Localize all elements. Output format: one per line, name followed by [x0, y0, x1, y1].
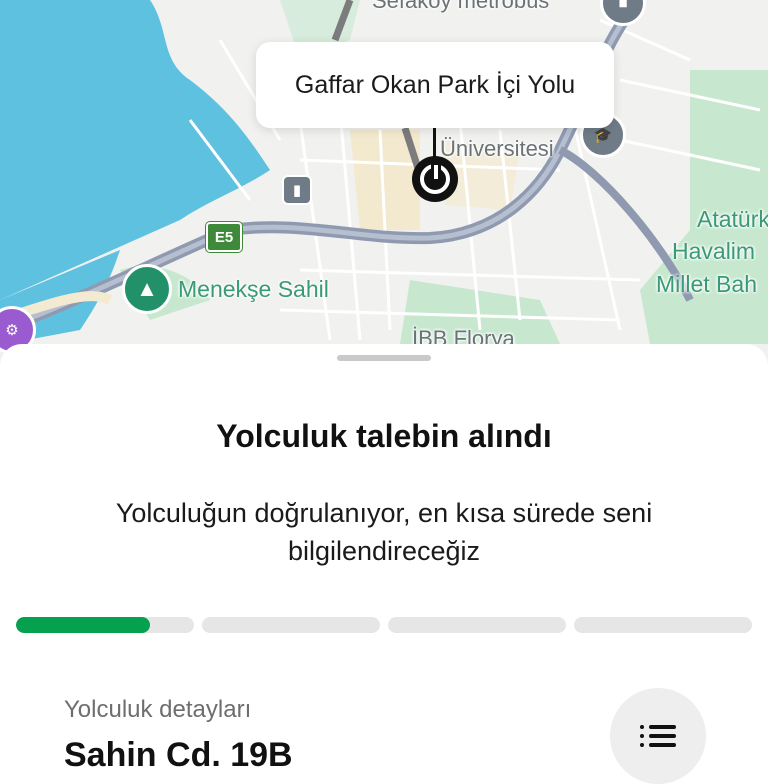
ride-details-address: Sahin Cd. 19B — [64, 736, 293, 774]
map-label-menekse: Menekşe Sahil — [178, 276, 329, 302]
pickup-callout[interactable]: Gaffar Okan Park İçi Yolu — [256, 42, 614, 128]
map-label-metrobus: Sefaköy metrobüs — [372, 0, 550, 13]
road-shield-e5: E5 — [206, 222, 242, 252]
ride-progress-bar — [16, 617, 752, 633]
list-icon — [640, 725, 676, 747]
sheet-drag-handle[interactable] — [337, 355, 431, 361]
train-station-icon[interactable]: ▮ — [282, 175, 312, 205]
map-label-university: Üniversitesi — [440, 136, 554, 161]
map-view[interactable]: Sefaköy metrobüs Üniversitesi Atatürk Ha… — [0, 0, 768, 372]
park-tree-icon[interactable]: ▲ — [122, 264, 172, 314]
map-label-airport-1: Atatürk — [697, 206, 768, 232]
progress-segment-1 — [16, 617, 194, 633]
map-label-airport-3: Millet Bah — [656, 271, 757, 297]
pickup-pin-stem — [433, 128, 436, 158]
ride-status-sheet: Yolculuk talebin alındı Yolculuğun doğru… — [0, 344, 768, 784]
sheet-subtitle: Yolculuğun doğrulanıyor, en kısa sürede … — [115, 498, 653, 566]
details-menu-button[interactable] — [610, 688, 706, 784]
sheet-title: Yolculuk talebin alındı — [216, 418, 552, 454]
progress-fill — [16, 617, 150, 633]
progress-segment-4 — [574, 617, 752, 633]
progress-segment-2 — [202, 617, 380, 633]
pickup-pin-icon[interactable] — [412, 156, 458, 202]
progress-segment-3 — [388, 617, 566, 633]
ride-details-label: Yolculuk detayları — [64, 696, 252, 723]
map-label-airport-2: Havalim — [672, 238, 756, 264]
